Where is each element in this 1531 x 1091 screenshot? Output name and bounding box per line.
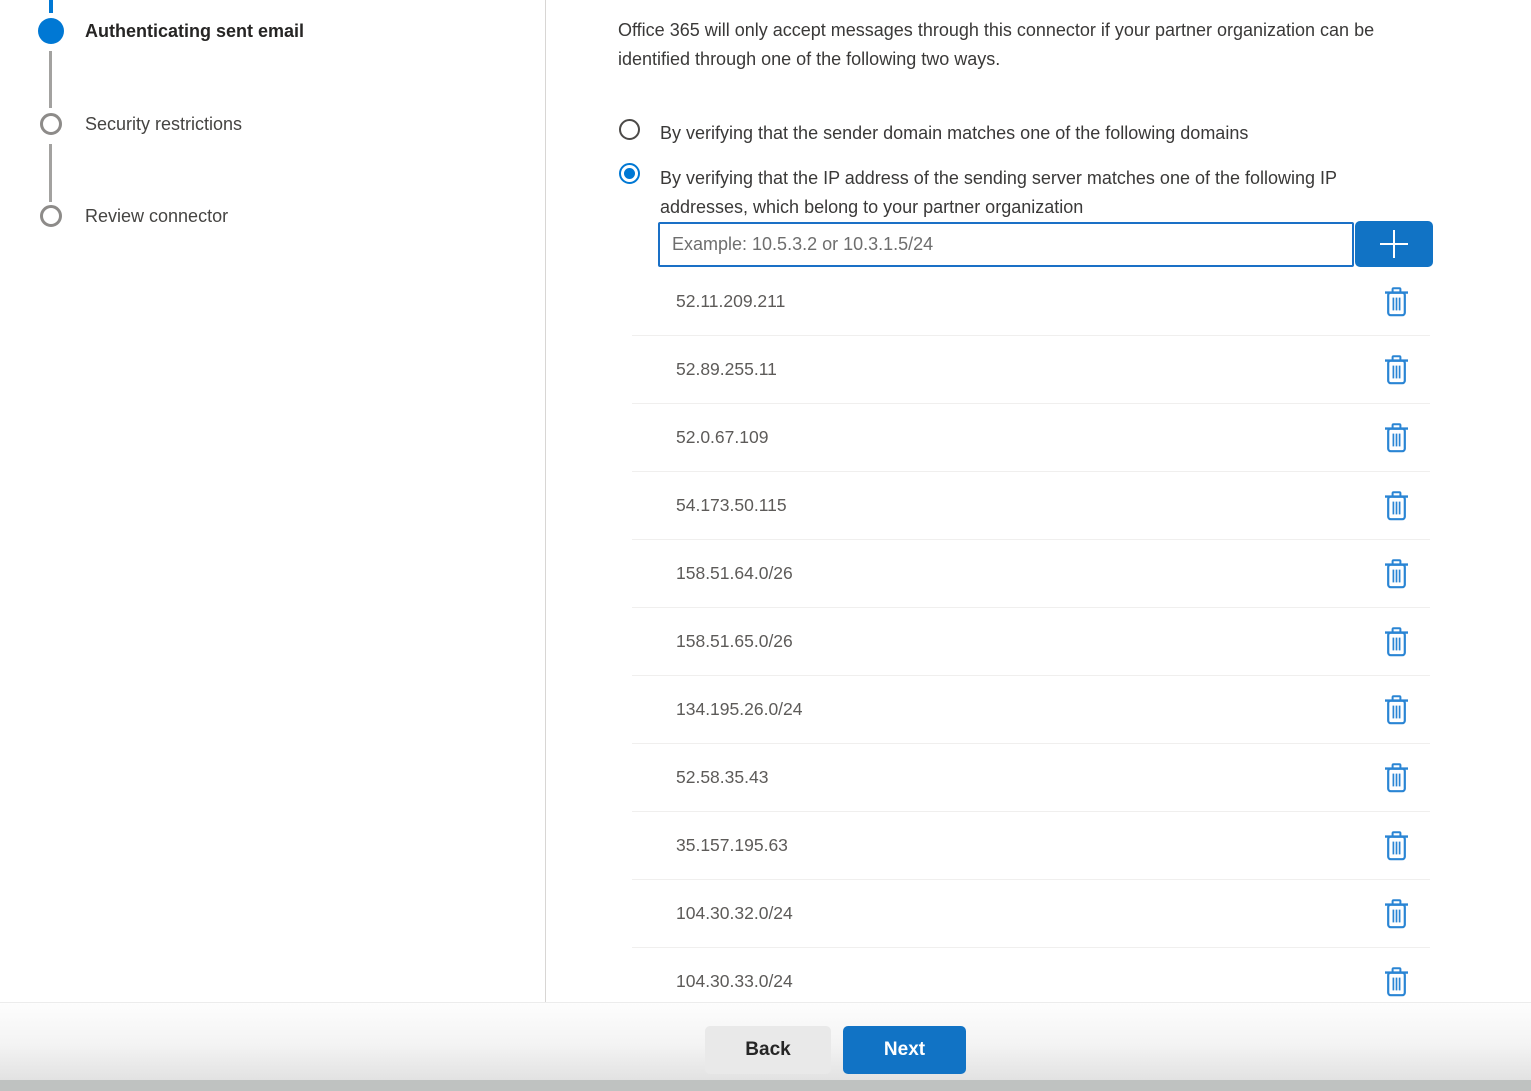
ip-value: 52.58.35.43: [676, 767, 1383, 788]
trash-icon: [1384, 695, 1409, 725]
ip-value: 52.0.67.109: [676, 427, 1383, 448]
bottom-edge-strip: [0, 1080, 1531, 1091]
ip-row: 35.157.195.63: [632, 812, 1430, 880]
stepper-connector: [49, 144, 52, 202]
trash-icon: [1384, 831, 1409, 861]
trash-icon: [1384, 287, 1409, 317]
ip-row: 54.173.50.115: [632, 472, 1430, 540]
trash-icon: [1384, 491, 1409, 521]
intro-text-line2: identified through one of the following …: [618, 45, 1374, 74]
ip-value: 104.30.33.0/24: [676, 971, 1383, 992]
ip-row: 52.0.67.109: [632, 404, 1430, 472]
delete-ip-button[interactable]: [1383, 762, 1410, 794]
ip-value: 52.11.209.211: [676, 291, 1383, 312]
ip-address-list: 52.11.209.211 52.89.255.11 52.: [632, 268, 1430, 1002]
wizard-footer: Back Next: [0, 1002, 1531, 1080]
add-ip-button[interactable]: [1355, 221, 1433, 267]
delete-ip-button[interactable]: [1383, 830, 1410, 862]
next-button[interactable]: Next: [843, 1026, 966, 1074]
ip-row: 52.11.209.211: [632, 268, 1430, 336]
delete-ip-button[interactable]: [1383, 490, 1410, 522]
stepper-item-review-connector[interactable]: Review connector: [85, 206, 228, 226]
stepper-connector-completed: [49, 0, 53, 13]
pane-divider: [545, 0, 546, 1002]
ip-value: 54.173.50.115: [676, 495, 1383, 516]
radio-sender-domain[interactable]: [619, 119, 640, 140]
intro-text: Office 365 will only accept messages thr…: [618, 16, 1374, 73]
radio-ip-address-label[interactable]: By verifying that the IP address of the …: [660, 164, 1337, 221]
trash-icon: [1384, 967, 1409, 997]
trash-icon: [1384, 423, 1409, 453]
ip-value: 158.51.65.0/26: [676, 631, 1383, 652]
ip-value: 52.89.255.11: [676, 359, 1383, 380]
trash-icon: [1384, 627, 1409, 657]
stepper-item-security-restrictions[interactable]: Security restrictions: [85, 114, 242, 134]
step-active-dot: [38, 18, 64, 44]
ip-address-input[interactable]: [658, 222, 1354, 267]
radio-selected-dot: [624, 168, 635, 179]
ip-row: 134.195.26.0/24: [632, 676, 1430, 744]
ip-value: 134.195.26.0/24: [676, 699, 1383, 720]
ip-row: 158.51.64.0/26: [632, 540, 1430, 608]
delete-ip-button[interactable]: [1383, 354, 1410, 386]
delete-ip-button[interactable]: [1383, 558, 1410, 590]
intro-text-line1: Office 365 will only accept messages thr…: [618, 16, 1374, 45]
ip-row: 158.51.65.0/26: [632, 608, 1430, 676]
trash-icon: [1384, 355, 1409, 385]
trash-icon: [1384, 763, 1409, 793]
ip-value: 104.30.32.0/24: [676, 903, 1383, 924]
radio-ip-address-label-line1: By verifying that the IP address of the …: [660, 164, 1337, 193]
step-open-dot: [40, 205, 62, 227]
step-open-dot: [40, 113, 62, 135]
stepper-item-authenticating-sent-email[interactable]: Authenticating sent email: [85, 21, 304, 41]
ip-row: 52.89.255.11: [632, 336, 1430, 404]
ip-row: 104.30.32.0/24: [632, 880, 1430, 948]
radio-ip-address[interactable]: [619, 163, 640, 184]
radio-sender-domain-label[interactable]: By verifying that the sender domain matc…: [660, 119, 1248, 148]
stepper-connector: [49, 51, 52, 108]
delete-ip-button[interactable]: [1383, 286, 1410, 318]
ip-row: 52.58.35.43: [632, 744, 1430, 812]
delete-ip-button[interactable]: [1383, 626, 1410, 658]
trash-icon: [1384, 899, 1409, 929]
delete-ip-button[interactable]: [1383, 966, 1410, 998]
delete-ip-button[interactable]: [1383, 422, 1410, 454]
back-button[interactable]: Back: [705, 1026, 831, 1074]
ip-row: 104.30.33.0/24: [632, 948, 1430, 1002]
ip-value: 158.51.64.0/26: [676, 563, 1383, 584]
delete-ip-button[interactable]: [1383, 694, 1410, 726]
plus-icon: [1378, 228, 1410, 260]
delete-ip-button[interactable]: [1383, 898, 1410, 930]
ip-value: 35.157.195.63: [676, 835, 1383, 856]
trash-icon: [1384, 559, 1409, 589]
radio-ip-address-label-line2: addresses, which belong to your partner …: [660, 193, 1337, 222]
